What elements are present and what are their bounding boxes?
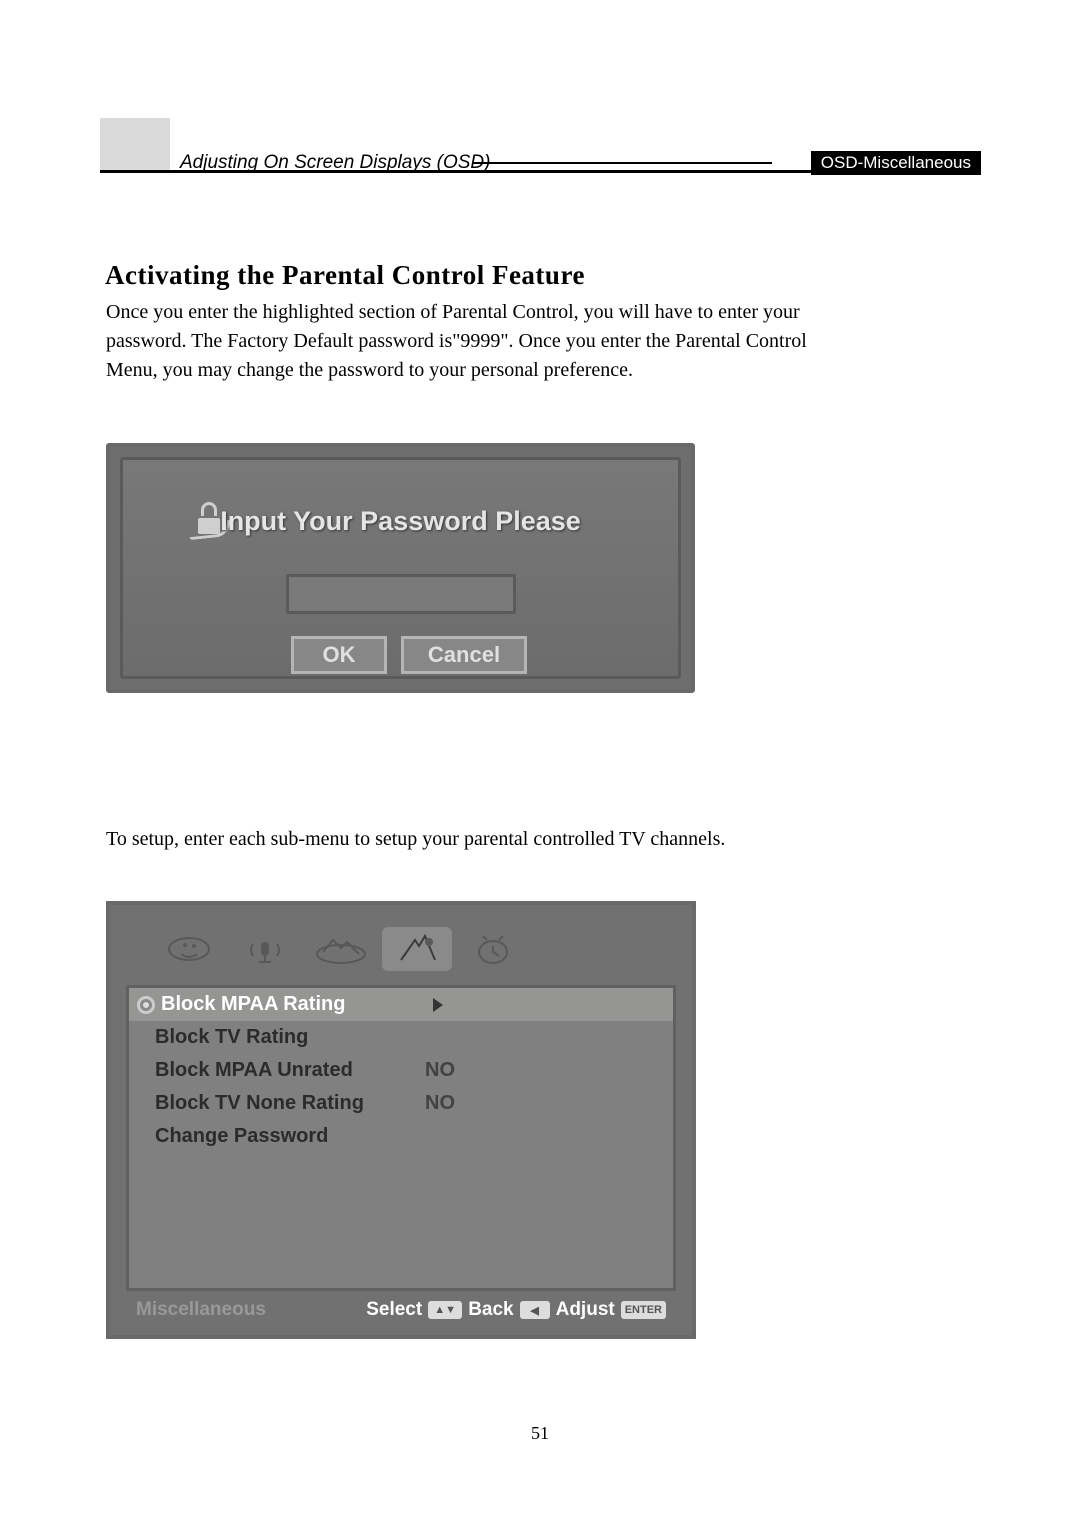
osd-footer: Miscellaneous Select ▲▼ Back ◀ Adjust EN…	[126, 1295, 676, 1325]
osd-footer-hints: Select ▲▼ Back ◀ Adjust ENTER	[366, 1299, 666, 1321]
hint-select: Select	[366, 1299, 422, 1321]
key-left-icon: ◀	[520, 1301, 550, 1319]
cancel-button[interactable]: Cancel	[401, 636, 527, 674]
menu-row-block-mpaa-unrated[interactable]: Block MPAA Unrated NO	[129, 1054, 673, 1087]
setup-paragraph: To setup, enter each sub-menu to setup y…	[106, 825, 826, 854]
header-shade	[100, 118, 170, 170]
password-input[interactable]	[286, 574, 516, 614]
menu-row-label: Change Password	[155, 1125, 425, 1148]
menu-row-label: Block TV Rating	[155, 1026, 425, 1049]
page-title: Activating the Parental Control Feature	[105, 260, 585, 291]
category-misc-icon[interactable]	[382, 927, 452, 971]
submenu-arrow-icon	[433, 998, 443, 1012]
category-channel-icon[interactable]	[306, 927, 376, 971]
menu-row-label: Block MPAA Unrated	[155, 1059, 425, 1082]
intro-paragraph: Once you enter the highlighted section o…	[106, 298, 826, 385]
hint-back: Back	[468, 1299, 513, 1321]
menu-row-label: Block MPAA Rating	[161, 993, 431, 1016]
category-sound-icon[interactable]	[230, 927, 300, 971]
menu-row-label: Block TV None Rating	[155, 1092, 425, 1115]
osd-category-icons	[110, 921, 692, 977]
hint-adjust: Adjust	[556, 1299, 615, 1321]
radio-indicator-icon	[137, 996, 155, 1014]
page: Adjusting On Screen Displays (OSD) OSD-M…	[0, 0, 1080, 1534]
osd-footer-category: Miscellaneous	[136, 1299, 266, 1321]
password-dialog-title: Input Your Password Please	[123, 506, 678, 537]
parental-menu-screenshot: Block MPAA Rating Block TV Rating Block …	[106, 901, 696, 1339]
page-number: 51	[0, 1423, 1080, 1444]
menu-row-block-mpaa-rating[interactable]: Block MPAA Rating	[129, 988, 673, 1021]
key-enter-icon: ENTER	[621, 1301, 666, 1319]
header-divider	[100, 170, 980, 173]
menu-row-block-tv-rating[interactable]: Block TV Rating	[129, 1021, 673, 1054]
category-picture-icon[interactable]	[154, 927, 224, 971]
key-up-down-icon: ▲▼	[428, 1301, 462, 1319]
ok-button[interactable]: OK	[291, 636, 387, 674]
password-dialog-screenshot: Input Your Password Please OK Cancel	[106, 443, 695, 693]
menu-row-value: NO	[425, 1092, 455, 1115]
menu-row-change-password[interactable]: Change Password	[129, 1120, 673, 1153]
header-divider-extension	[472, 162, 772, 164]
menu-row-block-tv-none-rating[interactable]: Block TV None Rating NO	[129, 1087, 673, 1120]
password-dialog-inner: Input Your Password Please OK Cancel	[120, 457, 681, 679]
menu-row-value: NO	[425, 1059, 455, 1082]
category-time-icon[interactable]	[458, 927, 528, 971]
parental-menu-body: Block MPAA Rating Block TV Rating Block …	[126, 985, 676, 1291]
